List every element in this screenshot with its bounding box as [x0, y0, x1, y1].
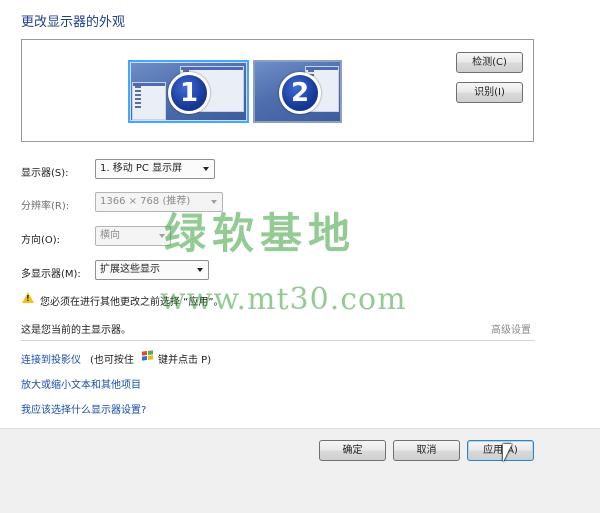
text-size-link[interactable]: 放大或缩小文本和其他项目 — [21, 376, 141, 391]
multi-display-label: 多显示器(M): — [21, 269, 81, 280]
resolution-label: 分辨率(R): — [21, 201, 70, 212]
chevron-down-icon — [211, 200, 217, 204]
cancel-button[interactable]: 取消 — [393, 440, 460, 461]
resolution-select-value: 1366 × 768 (推荐) — [100, 196, 191, 207]
display-select-value: 1. 移动 PC 显示屏 — [100, 163, 183, 174]
chevron-down-icon — [197, 268, 203, 272]
monitor-2-tile[interactable]: 2 — [253, 60, 342, 123]
windows-key-icon — [142, 350, 153, 361]
projector-hint-prefix: (也可按住 — [90, 355, 134, 366]
primary-display-text: 这是您当前的主显示器。 — [21, 325, 131, 336]
multi-display-select[interactable]: 扩展这些显示 — [95, 260, 209, 280]
projector-hint-suffix: 键并点击 P) — [158, 355, 212, 366]
monitor-1-number: 1 — [168, 72, 210, 114]
page-title: 更改显示器的外观 — [21, 15, 126, 30]
resolution-select[interactable]: 1366 × 768 (推荐) — [95, 192, 223, 212]
connect-projector-link[interactable]: 连接到投影仪 — [21, 351, 81, 366]
mouse-pointer-icon — [503, 444, 512, 462]
chevron-down-icon — [203, 167, 209, 171]
warning-text: 您必须在进行其他更改之前选择 “应用”。 — [40, 297, 224, 308]
advanced-settings-link[interactable]: 高级设置 — [491, 321, 531, 336]
orientation-select-value: 横向 — [100, 230, 120, 241]
orientation-label: 方向(O): — [21, 235, 61, 246]
window-thumbnail — [132, 82, 166, 120]
divider — [21, 340, 535, 341]
detect-button[interactable]: 检测(C) — [456, 52, 523, 73]
apply-button[interactable]: 应用(A) — [467, 440, 534, 461]
identify-button[interactable]: 识别(I) — [456, 82, 523, 103]
monitor-2-number: 2 — [279, 72, 321, 114]
display-settings-help-link[interactable]: 我应该选择什么显示器设置? — [21, 401, 146, 416]
ok-button[interactable]: 确定 — [319, 440, 386, 461]
multi-display-select-value: 扩展这些显示 — [100, 264, 160, 275]
monitor-preview-area: 1 2 检测(C) 识别(I) — [21, 39, 534, 142]
orientation-select[interactable]: 横向 — [95, 226, 171, 246]
chevron-down-icon — [159, 234, 165, 238]
warning-icon: ! — [22, 292, 34, 303]
monitor-1-tile[interactable]: 1 — [128, 60, 249, 123]
display-select[interactable]: 1. 移动 PC 显示屏 — [95, 159, 215, 179]
display-label: 显示器(S): — [21, 168, 69, 179]
